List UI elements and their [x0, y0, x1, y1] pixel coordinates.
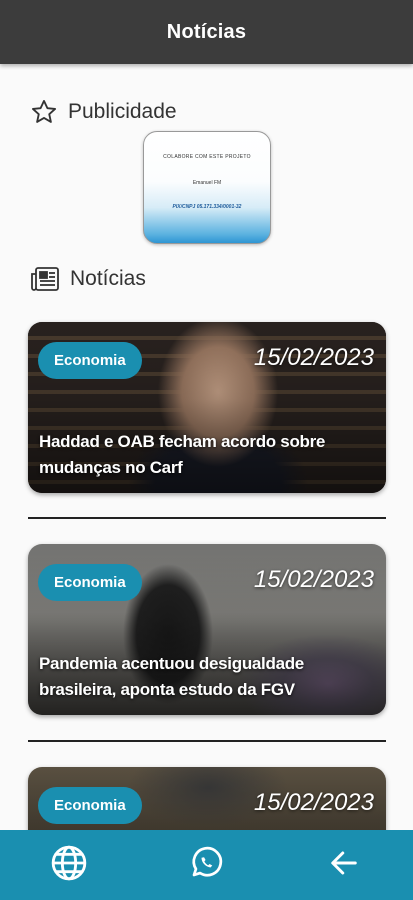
category-badge: Economia — [38, 787, 142, 824]
news-headline: Haddad e OAB fecham acordo sobre mudança… — [39, 432, 326, 477]
news-card[interactable]: Economia 15/02/2023 Pandemia acentuou de… — [28, 544, 386, 715]
news-section-title: Notícias — [70, 267, 146, 290]
ad-banner-line1: COLABORE COM ESTE PROJETO — [163, 154, 251, 160]
back-button[interactable] — [314, 835, 374, 895]
category-badge: Economia — [38, 342, 142, 379]
newspaper-icon — [30, 266, 60, 292]
news-section-header: Notícias — [30, 266, 146, 292]
globe-button[interactable] — [39, 835, 99, 895]
news-date: 15/02/2023 — [253, 344, 374, 371]
page-title: Notícias — [166, 20, 247, 43]
divider — [28, 517, 386, 519]
news-card[interactable]: Economia 15/02/2023 — [28, 767, 386, 830]
category-badge: Economia — [38, 564, 142, 601]
arrow-back-icon — [329, 848, 359, 883]
divider — [28, 740, 386, 742]
news-card[interactable]: Economia 15/02/2023 Haddad e OAB fecham … — [28, 322, 386, 493]
app-bar: Notícias — [0, 0, 413, 64]
ad-section-header: Publicidade — [30, 98, 177, 126]
bottom-navigation — [0, 830, 413, 900]
news-date: 15/02/2023 — [253, 566, 374, 593]
ad-banner-line2: Emanuel FM — [192, 180, 222, 186]
content-scroll[interactable]: Publicidade COLABORE COM ESTE PROJETO Em… — [0, 64, 413, 830]
ad-banner[interactable]: COLABORE COM ESTE PROJETO Emanuel FM PIX… — [143, 131, 271, 244]
ad-banner-line3: PIX/CNPJ 05.171.334/0001-32 — [172, 204, 242, 210]
news-date: 15/02/2023 — [253, 789, 374, 816]
star-outline-icon — [30, 98, 58, 126]
news-headline: Pandemia acentuou desigualdade brasileir… — [39, 654, 304, 699]
whatsapp-icon — [188, 845, 224, 886]
ad-section-title: Publicidade — [68, 100, 177, 123]
globe-icon — [50, 844, 88, 887]
whatsapp-button[interactable] — [176, 835, 236, 895]
